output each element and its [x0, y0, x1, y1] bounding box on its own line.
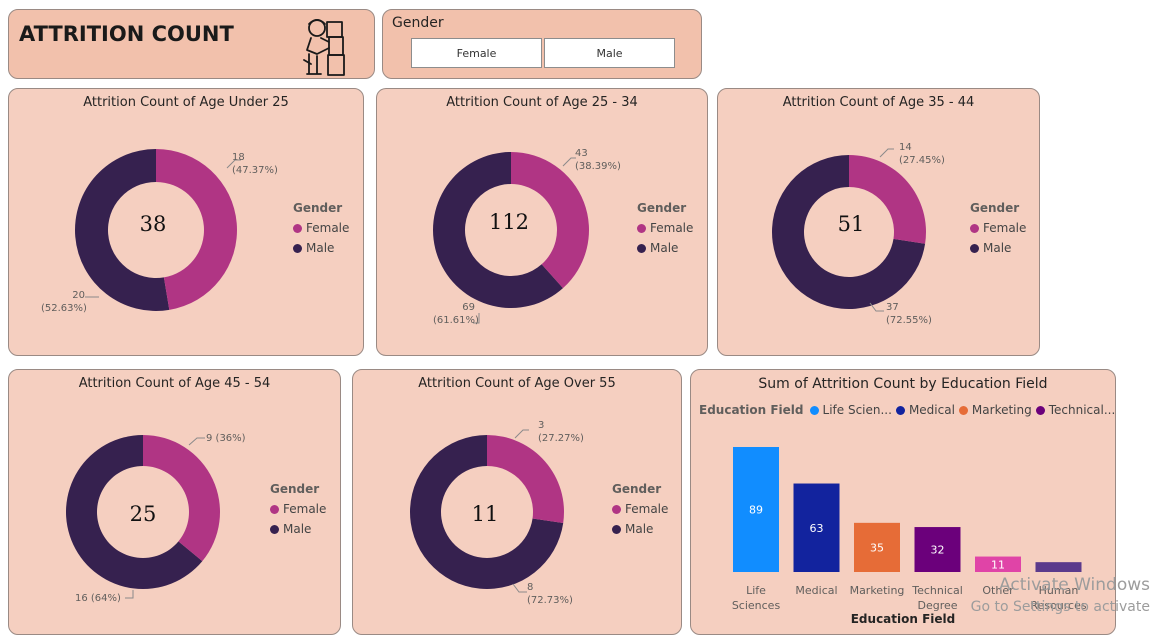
legend-item-female[interactable]: Female [637, 221, 693, 235]
donut-card-25-34: Attrition Count of Age 25 - 34 112 43 (38… [376, 88, 708, 356]
worker-carrying-boxes-icon [303, 19, 345, 76]
donut-total: 112 [488, 210, 530, 234]
legend-dot-female [970, 223, 979, 233]
x-tick-label: Technical [911, 584, 963, 597]
female-data-label: 3 (27.27%) [538, 420, 584, 444]
donut-total: 11 [471, 502, 499, 526]
legend-item-male[interactable]: Male [293, 241, 349, 255]
donut-card-over-55: Attrition Count of Age Over 55 11 3 (27.2… [352, 369, 682, 635]
legend-dot-male [970, 243, 979, 253]
legend-item-male[interactable]: Male [612, 522, 668, 536]
female-data-label: 43 (38.39%) [575, 148, 621, 172]
page-title: ATTRITION COUNT [19, 22, 234, 46]
legend-label: Female [650, 221, 694, 235]
female-leader-line [879, 148, 894, 158]
female-leader-line [514, 429, 529, 439]
male-data-label: 37 (72.55%) [886, 302, 932, 326]
bar-value-label: 11 [991, 558, 1005, 571]
x-tick-label: Life [746, 584, 766, 597]
female-data-label: 14 (27.45%) [899, 142, 945, 166]
legend-label: Male [306, 241, 335, 255]
legend-dot-male [637, 243, 646, 253]
donut-card-35-44: Attrition Count of Age 35 - 44 51 14 (27.… [717, 88, 1040, 356]
legend-title: Gender [270, 482, 320, 496]
donut-total: 38 [139, 212, 167, 236]
legend-label: Male [283, 522, 312, 536]
female-leader-line [188, 437, 205, 446]
male-data-label: 69 (61.61%) [433, 302, 479, 326]
education-bar-chart: 89 Life Sciences 63 Medical 35 Marketing 32 Tech… [732, 447, 1087, 612]
legend: Gender Female Male [612, 482, 668, 542]
legend-item-male[interactable]: Male [270, 522, 326, 536]
x-tick-label: Marketing [850, 584, 905, 597]
legend-label: Female [983, 221, 1027, 235]
bar-value-label: 35 [870, 541, 884, 554]
legend-item-female[interactable]: Female [270, 502, 326, 516]
legend-label: Female [306, 221, 350, 235]
male-data-label: 8 (72.73%) [527, 582, 573, 606]
donut-total: 51 [837, 212, 865, 236]
x-tick-label: Medical [795, 584, 837, 597]
legend-item-female[interactable]: Female [970, 221, 1026, 235]
gender-slicer: Gender Female Male [382, 9, 702, 79]
legend-label: Female [625, 502, 669, 516]
legend-dot-male [270, 524, 279, 534]
donut-total: 25 [129, 502, 157, 526]
slicer-label: Gender [392, 15, 444, 31]
legend-dot-male [612, 524, 621, 534]
legend-item-male[interactable]: Male [637, 241, 693, 255]
legend-dot-male [293, 243, 302, 253]
legend: Gender Female Male [270, 482, 326, 542]
watermark-line2: Go to Settings to activate [970, 599, 1150, 615]
x-tick-label: Sciences [732, 599, 781, 612]
donut-card-under-25: Attrition Count of Age Under 25 38 18 (47… [8, 88, 364, 356]
bar-value-label: 89 [749, 504, 763, 517]
legend-label: Male [983, 241, 1012, 255]
legend-item-male[interactable]: Male [970, 241, 1026, 255]
bar-value-label: 32 [931, 544, 945, 557]
legend-dot-female [293, 223, 302, 233]
female-slice[interactable] [143, 435, 220, 562]
legend-item-female[interactable]: Female [293, 221, 349, 235]
legend-dot-female [612, 504, 621, 514]
donut-card-45-54: Attrition Count of Age 45 - 54 25 9 (36%… [8, 369, 341, 635]
male-leader-line [512, 583, 527, 593]
bar-value-label: 63 [810, 522, 824, 535]
legend: Gender Female Male [970, 201, 1026, 261]
legend-label: Female [283, 502, 327, 516]
legend-label: Male [650, 241, 679, 255]
slicer-option-female[interactable]: Female [411, 38, 542, 68]
legend-title: Gender [637, 201, 687, 215]
education-bar-card: Sum of Attrition Count by Education Fiel… [690, 369, 1116, 635]
legend-item-female[interactable]: Female [612, 502, 668, 516]
female-data-label: 9 (36%) [206, 433, 246, 444]
slicer-option-male[interactable]: Male [544, 38, 675, 68]
legend: Gender Female Male [293, 201, 349, 261]
male-leader-line [125, 590, 134, 599]
legend-title: Gender [293, 201, 343, 215]
male-data-label: 16 (64%) [75, 593, 121, 604]
legend-title: Gender [612, 482, 662, 496]
bar[interactable] [1035, 562, 1082, 572]
legend-dot-female [270, 504, 279, 514]
title-card: ATTRITION COUNT [8, 9, 375, 79]
legend-label: Male [625, 522, 654, 536]
female-data-label: 18 (47.37%) [232, 152, 278, 176]
male-data-label: 20 (52.63%) [41, 290, 87, 314]
legend: Gender Female Male [637, 201, 693, 261]
x-tick-label: Degree [917, 599, 957, 612]
legend-dot-female [637, 223, 646, 233]
watermark-line1: Activate Windows [999, 575, 1150, 595]
legend-title: Gender [970, 201, 1020, 215]
